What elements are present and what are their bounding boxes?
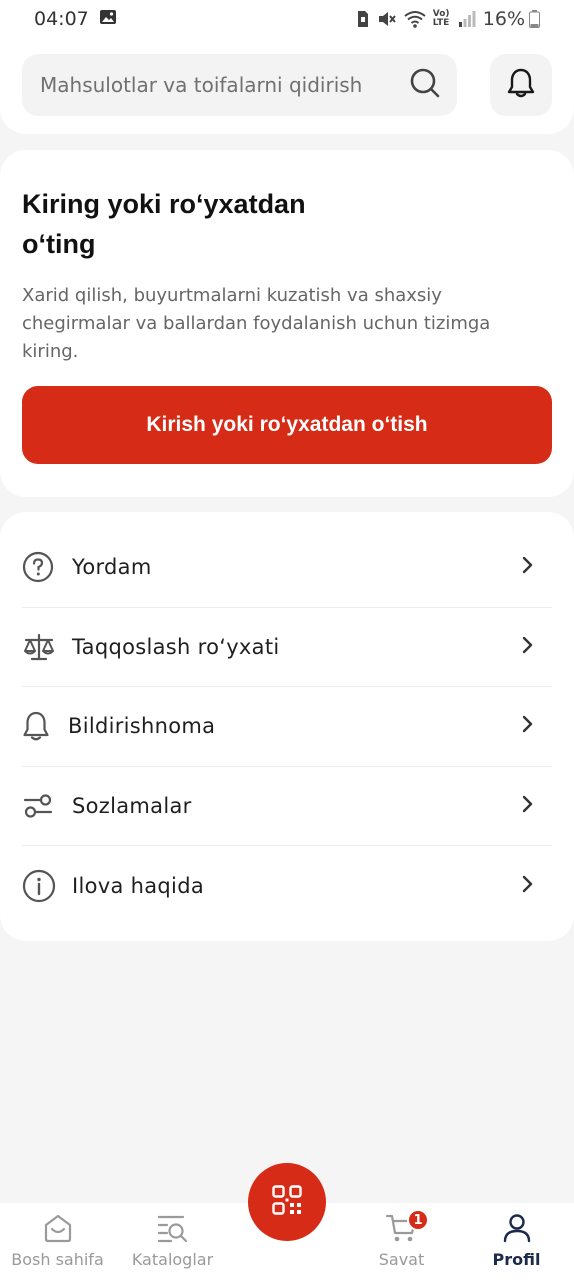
header: Mahsulotlar va toifalarni qidirish [0,38,574,134]
qr-code-icon [272,1185,302,1219]
menu-label-about: Ilova haqida [72,874,204,899]
status-bar: 04:07 Vo) LTE 16% [0,0,574,38]
nav-home[interactable]: Bosh sahifa [0,1203,115,1280]
qr-scan-button[interactable] [248,1163,326,1241]
lte-icon: Vo) LTE [432,9,450,28]
search-input[interactable]: Mahsulotlar va toifalarni qidirish [22,54,457,116]
nav-home-label: Bosh sahifa [11,1250,104,1269]
status-time: 04:07 [34,8,89,30]
bell-icon [22,706,58,746]
nav-cart[interactable]: 1 Savat [344,1203,459,1280]
chevron-right-icon [522,636,534,658]
chevron-right-icon [522,795,534,817]
status-left: 04:07 [34,8,117,30]
login-title: Kiring yoki ro‘yxatdan o‘ting [22,189,306,259]
battery-icon [529,10,540,28]
sliders-icon [22,786,62,826]
chevron-right-icon [522,875,534,897]
battery-level: 16% [482,8,525,30]
menu-item-about[interactable]: Ilova haqida [22,846,552,926]
menu-card: Yordam Taqqoslash ro‘yxati Bildirishnoma… [0,512,574,941]
menu-label-help: Yordam [72,555,152,580]
menu-label-compare: Taqqoslash ro‘yxati [72,634,280,659]
menu-item-notifications[interactable]: Bildirishnoma [22,687,552,767]
gallery-icon [99,8,117,30]
nav-cart-label: Savat [378,1250,425,1269]
menu-item-help[interactable]: Yordam [22,528,552,608]
menu-item-settings[interactable]: Sozlamalar [22,767,552,847]
nav-catalog[interactable]: Kataloglar [115,1203,230,1280]
nav-catalog-label: Kataloglar [131,1250,214,1269]
chevron-right-icon [522,556,534,578]
menu-label-notifications: Bildirishnoma [68,714,216,739]
nav-profile[interactable]: Profil [459,1203,574,1280]
menu-item-compare[interactable]: Taqqoslash ro‘yxati [22,608,552,688]
nav-profile-label: Profil [492,1250,541,1269]
menu-label-settings: Sozlamalar [72,794,192,819]
help-icon [22,547,62,587]
sim-icon [356,10,370,28]
status-right: Vo) LTE 16% [356,8,540,30]
cart-badge: 1 [407,1209,429,1231]
catalog-search-icon [157,1213,189,1247]
login-button[interactable]: Kirish yoki ro‘yxatdan o‘tish [22,386,552,464]
signal-icon [458,11,476,27]
wifi-icon [404,10,426,28]
bell-icon [506,67,536,103]
login-description: Xarid qilish, buyurtmalarni kuzatish va … [22,285,491,362]
mute-icon [377,10,397,28]
battery: 16% [483,8,540,30]
login-card: Kiring yoki ro‘yxatdan o‘ting Xarid qili… [0,150,574,497]
notifications-button[interactable] [490,54,552,116]
chevron-right-icon [522,715,534,737]
info-icon [22,866,62,906]
scales-icon [22,627,62,667]
search-placeholder: Mahsulotlar va toifalarni qidirish [40,73,363,97]
profile-icon [501,1213,533,1247]
search-icon[interactable] [409,67,441,103]
home-icon [42,1213,74,1247]
